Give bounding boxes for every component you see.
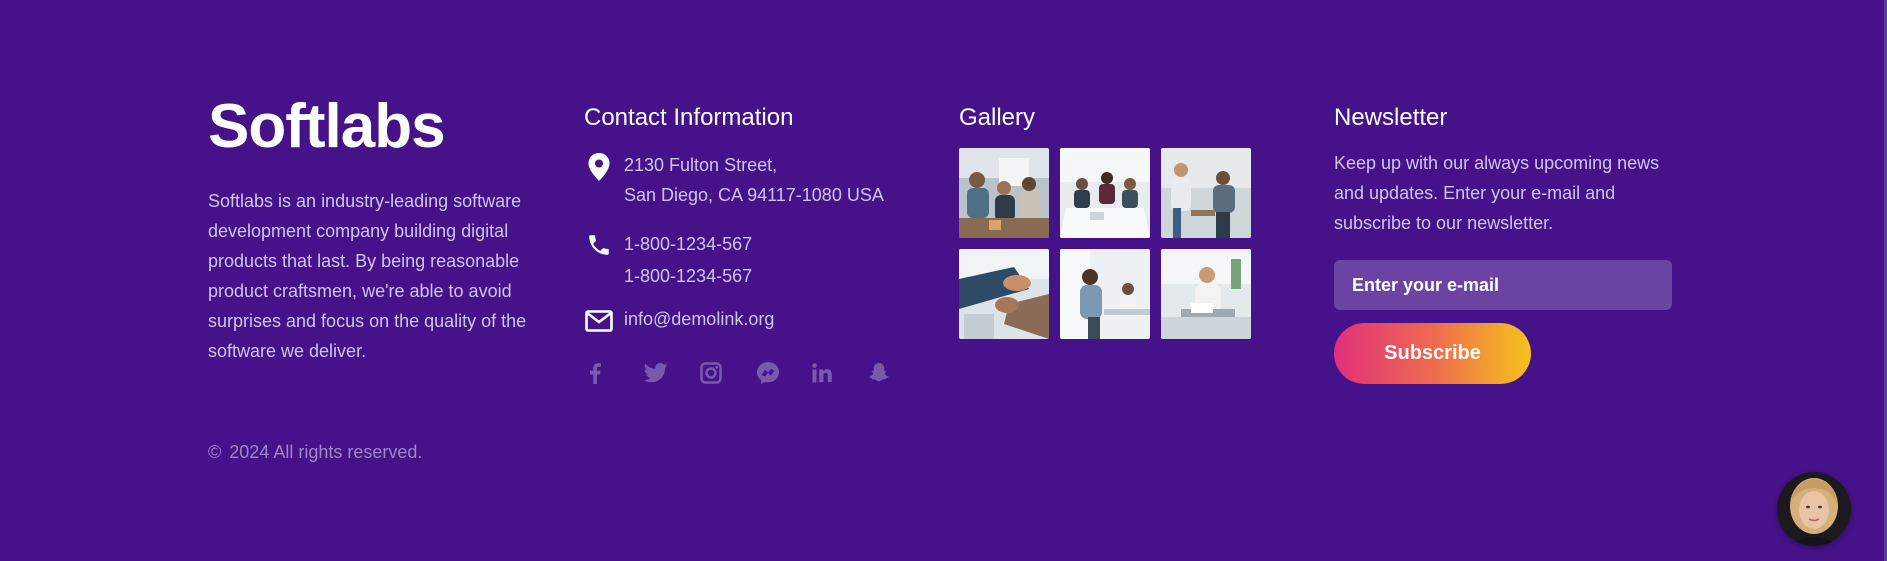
gallery-thumb-office-worker[interactable]	[1060, 249, 1150, 339]
facebook-icon[interactable]	[588, 358, 644, 388]
messenger-icon[interactable]	[756, 358, 812, 388]
chat-avatar-button[interactable]	[1777, 472, 1851, 546]
phone-row: 1-800-1234-567 1-800-1234-567	[584, 228, 924, 292]
address-row: 2130 Fulton Street, San Diego, CA 94117-…	[584, 150, 924, 210]
location-pin-icon	[584, 152, 614, 182]
brand-column: Softlabs Softlabs is an industry-leading…	[208, 96, 553, 366]
newsletter-column: Newsletter Keep up with our always upcom…	[1334, 96, 1694, 384]
newsletter-description: Keep up with our always upcoming news an…	[1334, 153, 1660, 233]
mail-icon	[584, 306, 614, 336]
gallery-thumb-office-table[interactable]	[1060, 148, 1150, 238]
instagram-icon[interactable]	[700, 358, 756, 388]
email-row: info@demolink.org	[584, 304, 924, 336]
gallery-thumb-coworkers[interactable]	[1161, 148, 1251, 238]
gallery-heading: Gallery	[959, 104, 1036, 131]
newsletter-email-input[interactable]	[1334, 260, 1672, 310]
gallery-thumb-reading-documents[interactable]	[1161, 249, 1251, 339]
copyright-text: 2024 All rights reserved.	[229, 442, 423, 462]
address-line-1: 2130 Fulton Street,	[624, 155, 778, 175]
gallery-thumb-handshake[interactable]	[959, 249, 1049, 339]
gallery-grid	[959, 148, 1279, 339]
social-links	[588, 358, 924, 388]
snapchat-icon[interactable]	[868, 358, 924, 388]
linkedin-icon[interactable]	[812, 358, 868, 388]
email-link[interactable]: info@demolink.org	[624, 304, 774, 334]
phone-link-1[interactable]: 1-800-1234-567	[624, 228, 752, 260]
address-line-2: San Diego, CA 94117-1080 USA	[624, 185, 884, 205]
subscribe-button[interactable]: Subscribe	[1334, 323, 1531, 384]
gallery-thumb-team-meeting[interactable]	[959, 148, 1049, 238]
address-lines: 2130 Fulton Street, San Diego, CA 94117-…	[624, 150, 884, 210]
gallery-column: Gallery	[959, 96, 1279, 339]
avatar	[1777, 472, 1851, 546]
contact-column: Contact Information 2130 Fulton Street, …	[584, 96, 924, 388]
copyright: © 2024 All rights reserved.	[208, 439, 422, 465]
phone-lines: 1-800-1234-567 1-800-1234-567	[624, 228, 752, 292]
copyright-symbol: ©	[208, 442, 222, 462]
phone-icon	[584, 230, 614, 260]
contact-heading: Contact Information	[584, 104, 794, 131]
phone-link-2[interactable]: 1-800-1234-567	[624, 260, 752, 292]
brand-description: Softlabs is an industry-leading software…	[208, 191, 527, 361]
site-footer: Softlabs Softlabs is an industry-leading…	[0, 0, 1887, 561]
newsletter-heading: Newsletter	[1334, 104, 1448, 131]
brand-logo[interactable]: Softlabs	[208, 96, 553, 158]
twitter-icon[interactable]	[644, 358, 700, 388]
